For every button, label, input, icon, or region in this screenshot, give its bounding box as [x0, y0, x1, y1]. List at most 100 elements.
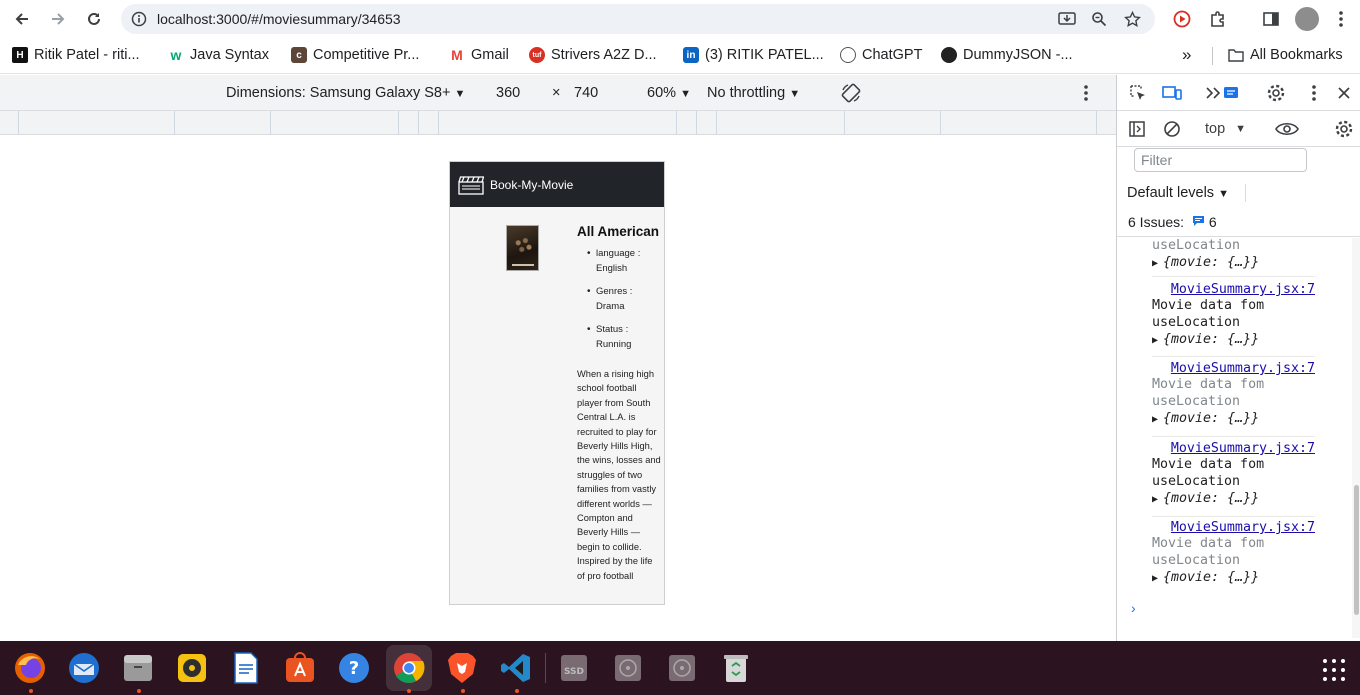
close-icon[interactable]	[1333, 82, 1355, 104]
console-scroll-thumb[interactable]	[1354, 485, 1359, 615]
context-select[interactable]: top ▼	[1205, 118, 1255, 140]
bookmark-chatgpt[interactable]: ChatGPT	[840, 47, 922, 63]
device-toggle-icon[interactable]	[1161, 82, 1183, 104]
back-arrow-icon[interactable]	[10, 7, 34, 31]
log-object[interactable]: ▶ {movie: {…}}	[1152, 569, 1315, 588]
brand-title[interactable]: Book-My-Movie	[490, 178, 573, 192]
bookmark-competitive[interactable]: c Competitive Pr...	[291, 47, 419, 63]
url-text[interactable]: localhost:3000/#/moviesummary/34653	[157, 11, 401, 27]
rhythmbox-icon[interactable]	[174, 650, 210, 686]
address-bar[interactable]: localhost:3000/#/moviesummary/34653	[121, 4, 1155, 34]
dummyjson-icon	[941, 47, 957, 63]
writer-icon[interactable]	[228, 650, 264, 686]
browser-toolbar: localhost:3000/#/moviesummary/34653	[0, 0, 1360, 38]
issues-counter[interactable]: 6 Issues: 6	[1117, 207, 1360, 237]
bookmark-linkedin[interactable]: in (3) RITIK PATEL...	[683, 47, 824, 63]
expand-triangle-icon[interactable]: ▶	[1152, 573, 1158, 584]
console-settings-icon[interactable]	[1333, 118, 1355, 140]
reload-icon[interactable]	[82, 7, 106, 31]
extensions-puzzle-icon[interactable]	[1207, 8, 1229, 30]
forward-arrow-icon[interactable]	[46, 7, 70, 31]
bookmark-star-icon[interactable]	[1122, 9, 1142, 29]
log-object[interactable]: ▶ {movie: {…}}	[1152, 490, 1315, 509]
trash-icon[interactable]	[718, 650, 754, 686]
site-info-icon[interactable]	[129, 9, 149, 29]
bookmark-label: Gmail	[471, 47, 509, 63]
zoom-label: 60%	[647, 85, 677, 101]
brave-icon[interactable]	[444, 650, 480, 686]
expand-triangle-icon[interactable]: ▶	[1152, 494, 1158, 505]
movie-poster	[506, 225, 539, 271]
bookmarks-bar: H Ritik Patel - riti... w Java Syntax c …	[0, 38, 1360, 74]
log-object[interactable]: ▶ {movie: {…}}	[1152, 331, 1315, 350]
dimensions-label: Dimensions: Samsung Galaxy S8+	[226, 85, 451, 101]
log-object[interactable]: ▶ {movie: {…}}	[1152, 410, 1315, 429]
app-center-icon[interactable]	[282, 650, 318, 686]
bookmarks-divider	[1212, 47, 1213, 65]
console-tab-icon[interactable]	[1203, 82, 1243, 104]
device-dimensions-select[interactable]: Dimensions: Samsung Galaxy S8+ ▼	[226, 85, 465, 101]
source-link[interactable]: MovieSummary.jsx:7	[1152, 441, 1315, 456]
all-bookmarks-folder[interactable]: All Bookmarks	[1228, 47, 1343, 63]
bookmark-dummyjson[interactable]: DummyJSON -...	[941, 47, 1073, 63]
source-link[interactable]: MovieSummary.jsx:7	[1152, 361, 1315, 376]
clear-console-icon[interactable]	[1161, 118, 1183, 140]
log-object[interactable]: ▶ {movie: {…}}	[1152, 254, 1315, 273]
bookmark-gmail[interactable]: M Gmail	[449, 47, 509, 63]
filter-input[interactable]: Filter	[1134, 148, 1307, 172]
console-log-area: useLocation ▶ {movie: {…}} MovieSummary.j…	[1117, 238, 1353, 638]
console-prompt[interactable]: ›	[1131, 600, 1136, 616]
vscode-icon[interactable]	[498, 650, 534, 686]
openai-icon	[840, 47, 856, 63]
bookmark-strivers[interactable]: tuf Strivers A2Z D...	[529, 47, 657, 63]
expand-triangle-icon[interactable]: ▶	[1152, 335, 1158, 346]
tuf-icon: tuf	[529, 47, 545, 63]
more-bookmarks-chevron-icon[interactable]: »	[1182, 45, 1191, 65]
sidebar-toggle-icon[interactable]	[1126, 118, 1148, 140]
thunderbird-icon[interactable]	[66, 650, 102, 686]
live-expression-eye-icon[interactable]	[1274, 118, 1300, 140]
disk-icon[interactable]	[610, 650, 646, 686]
expand-triangle-icon[interactable]: ▶	[1152, 258, 1158, 269]
show-apps-grid-icon[interactable]	[1322, 658, 1346, 682]
disk-icon[interactable]	[664, 650, 700, 686]
log-text: useLocation	[1152, 238, 1241, 253]
device-toolbar-more-icon[interactable]	[1083, 84, 1089, 106]
side-panel-icon[interactable]	[1260, 8, 1282, 30]
settings-gear-icon[interactable]	[1265, 82, 1287, 104]
rotate-device-icon[interactable]	[840, 82, 862, 108]
bookmark-hashnode[interactable]: H Ritik Patel - riti...	[12, 47, 140, 63]
device-height-input[interactable]: 740	[574, 85, 598, 101]
profile-avatar[interactable]	[1295, 7, 1319, 31]
zoom-icon[interactable]	[1089, 9, 1109, 29]
more-menu-icon[interactable]	[1330, 8, 1352, 30]
throttling-select[interactable]: No throttling ▼	[707, 85, 800, 101]
firefox-icon[interactable]	[12, 650, 48, 686]
issues-count: 6	[1208, 214, 1217, 230]
inspect-element-icon[interactable]	[1127, 82, 1149, 104]
bookmark-java-syntax[interactable]: w Java Syntax	[168, 47, 269, 63]
help-icon[interactable]: ?	[336, 650, 372, 686]
files-icon[interactable]	[120, 650, 156, 686]
source-link[interactable]: MovieSummary.jsx:7	[1152, 520, 1315, 535]
app-navbar: Book-My-Movie	[450, 162, 664, 207]
source-link[interactable]: MovieSummary.jsx:7	[1152, 282, 1315, 297]
media-query-ruler[interactable]	[0, 111, 1116, 135]
bookmark-label: ChatGPT	[862, 47, 923, 63]
clapperboard-icon[interactable]	[458, 175, 484, 195]
dropdown-caret-icon: ▼	[1235, 123, 1247, 135]
chrome-icon[interactable]	[386, 645, 432, 691]
extension-record-icon[interactable]	[1171, 8, 1193, 30]
detail-genres: Genres : Drama	[585, 284, 663, 314]
device-width-input[interactable]: 360	[496, 85, 520, 101]
install-app-icon[interactable]	[1057, 9, 1077, 29]
expand-triangle-icon[interactable]: ▶	[1152, 414, 1158, 425]
devtools-more-icon[interactable]	[1303, 82, 1325, 104]
dropdown-caret-icon: ▼	[454, 88, 466, 100]
zoom-select[interactable]: 60% ▼	[647, 85, 691, 101]
codechef-icon: c	[291, 47, 307, 63]
ssd-label: SSD	[564, 667, 584, 677]
log-levels-select[interactable]: Default levels ▼	[1127, 184, 1246, 202]
bookmark-label: DummyJSON -...	[963, 47, 1073, 63]
ssd-icon[interactable]: SSD	[556, 650, 592, 686]
